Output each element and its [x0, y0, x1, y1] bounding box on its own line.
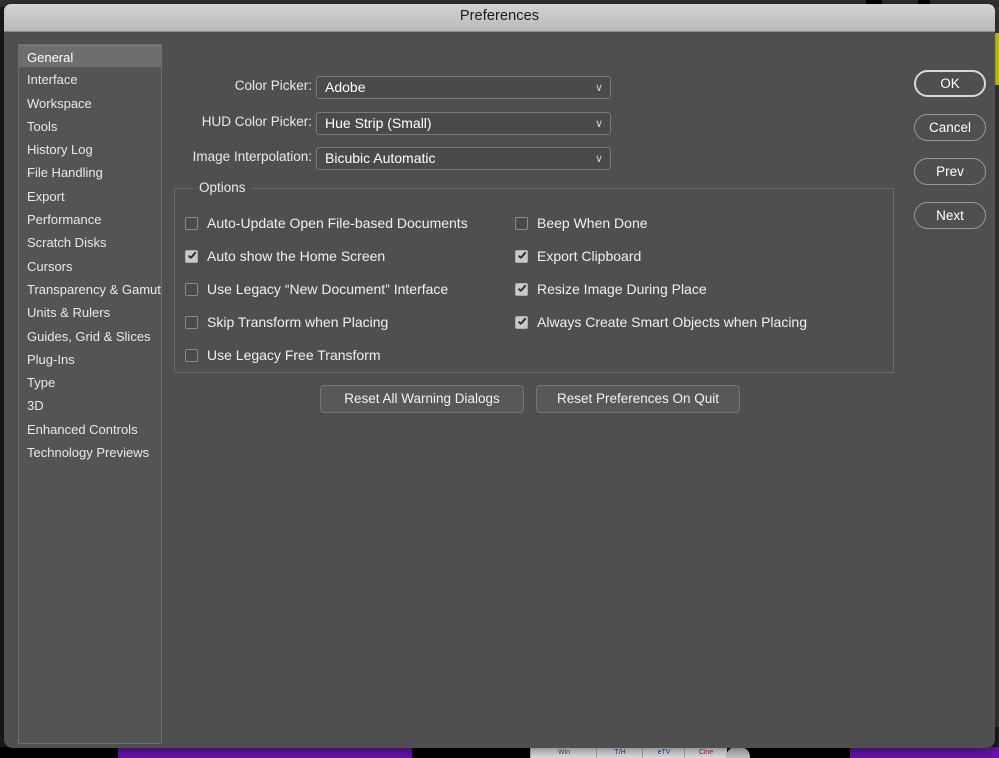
sidebar-item-plug-ins[interactable]: Plug-Ins — [19, 348, 161, 371]
checkbox-skip-transform-when-placing[interactable] — [185, 316, 198, 329]
dialog-titlebar[interactable]: Preferences — [4, 4, 995, 32]
checkbox-row-auto-update-open-files[interactable]: Auto-Update Open File-based Documents — [185, 212, 468, 234]
checkbox-always-create-smart-objects[interactable] — [515, 316, 528, 329]
checkbox-label: Export Clipboard — [537, 248, 641, 264]
sidebar-item-scratch-disks[interactable]: Scratch Disks — [19, 231, 161, 254]
dock-app-icon[interactable] — [726, 747, 750, 758]
dock-strip: Win T/H eTV Cine — [0, 747, 999, 758]
checkbox-label: Always Create Smart Objects when Placing — [537, 314, 807, 330]
checkbox-label: Beep When Done — [537, 215, 648, 231]
preferences-category-list[interactable]: General Interface Workspace Tools Histor… — [18, 44, 162, 744]
image-interpolation-label: Image Interpolation: — [193, 149, 312, 164]
sidebar-item-units-rulers[interactable]: Units & Rulers — [19, 301, 161, 324]
sidebar-item-technology-previews[interactable]: Technology Previews — [19, 441, 161, 464]
chevron-down-icon: ∨ — [595, 148, 603, 170]
next-button[interactable]: Next — [914, 202, 986, 229]
checkbox-label: Skip Transform when Placing — [207, 314, 388, 330]
hud-color-picker-label: HUD Color Picker: — [202, 114, 312, 129]
dock-app-icon[interactable]: T/H — [596, 747, 643, 758]
sidebar-item-enhanced-controls[interactable]: Enhanced Controls — [19, 418, 161, 441]
dock-app-icon[interactable]: eTV — [642, 747, 685, 758]
sidebar-item-transparency-gamut[interactable]: Transparency & Gamut — [19, 278, 161, 301]
sidebar-item-3d[interactable]: 3D — [19, 394, 161, 417]
options-group-legend: Options — [193, 180, 252, 195]
cancel-button[interactable]: Cancel — [914, 114, 986, 141]
checkbox-label: Auto-Update Open File-based Documents — [207, 215, 468, 231]
sidebar-item-history-log[interactable]: History Log — [19, 138, 161, 161]
sidebar-item-interface[interactable]: Interface — [19, 68, 161, 91]
image-interpolation-value: Bicubic Automatic — [325, 150, 436, 166]
dialog-title: Preferences — [4, 8, 995, 24]
ok-button[interactable]: OK — [914, 70, 986, 97]
sidebar-item-type[interactable]: Type — [19, 371, 161, 394]
checkbox-label: Auto show the Home Screen — [207, 248, 385, 264]
checkbox-row-always-create-smart-objects[interactable]: Always Create Smart Objects when Placing — [515, 311, 807, 333]
color-picker-label: Color Picker: — [235, 78, 312, 93]
chevron-down-icon: ∨ — [595, 113, 603, 135]
color-picker-select[interactable]: Adobe ∨ — [316, 76, 611, 99]
image-interpolation-select[interactable]: Bicubic Automatic ∨ — [316, 147, 611, 170]
reset-preferences-on-quit-button[interactable]: Reset Preferences On Quit — [536, 385, 740, 413]
sidebar-item-workspace[interactable]: Workspace — [19, 92, 161, 115]
checkbox-label: Use Legacy Free Transform — [207, 347, 381, 363]
checkbox-use-legacy-free-transform[interactable] — [185, 349, 198, 362]
reset-all-warning-dialogs-button[interactable]: Reset All Warning Dialogs — [320, 385, 524, 413]
checkbox-row-auto-show-home-screen[interactable]: Auto show the Home Screen — [185, 245, 385, 267]
sidebar-item-export[interactable]: Export — [19, 185, 161, 208]
hud-color-picker-row: HUD Color Picker: — [184, 112, 312, 135]
checkbox-resize-image-during-place[interactable] — [515, 283, 528, 296]
sidebar-item-cursors[interactable]: Cursors — [19, 255, 161, 278]
checkbox-use-legacy-new-document[interactable] — [185, 283, 198, 296]
checkbox-beep-when-done[interactable] — [515, 217, 528, 230]
checkbox-row-export-clipboard[interactable]: Export Clipboard — [515, 245, 641, 267]
dialog-body: General Interface Workspace Tools Histor… — [4, 32, 995, 748]
checkbox-row-beep-when-done[interactable]: Beep When Done — [515, 212, 648, 234]
checkbox-row-use-legacy-free-transform[interactable]: Use Legacy Free Transform — [185, 344, 381, 366]
sidebar-item-tools[interactable]: Tools — [19, 115, 161, 138]
chevron-down-icon: ∨ — [595, 77, 603, 99]
checkbox-row-resize-image-during-place[interactable]: Resize Image During Place — [515, 278, 707, 300]
checkbox-label: Resize Image During Place — [537, 281, 707, 297]
hud-color-picker-value: Hue Strip (Small) — [325, 115, 432, 131]
checkbox-auto-update-open-files[interactable] — [185, 217, 198, 230]
dock-app-icon[interactable]: Cine — [684, 747, 727, 758]
options-group-box: Options Auto-Update Open File-based Docu… — [174, 188, 894, 373]
hud-color-picker-select[interactable]: Hue Strip (Small) ∨ — [316, 112, 611, 135]
checkbox-label: Use Legacy “New Document” Interface — [207, 281, 448, 297]
image-interpolation-row: Image Interpolation: — [164, 147, 312, 170]
sidebar-item-general[interactable]: General — [19, 45, 161, 68]
sidebar-item-performance[interactable]: Performance — [19, 208, 161, 231]
checkbox-row-skip-transform-when-placing[interactable]: Skip Transform when Placing — [185, 311, 388, 333]
color-picker-value: Adobe — [325, 79, 365, 95]
prev-button[interactable]: Prev — [914, 158, 986, 185]
sidebar-item-file-handling[interactable]: File Handling — [19, 161, 161, 184]
checkbox-auto-show-home-screen[interactable] — [185, 250, 198, 263]
dock-app-icon[interactable]: Win — [530, 747, 597, 758]
checkbox-export-clipboard[interactable] — [515, 250, 528, 263]
sidebar-item-guides-grid-slices[interactable]: Guides, Grid & Slices — [19, 325, 161, 348]
checkbox-row-use-legacy-new-document[interactable]: Use Legacy “New Document” Interface — [185, 278, 448, 300]
color-picker-row: Color Picker: — [184, 76, 312, 99]
preferences-dialog: Preferences General Interface Workspace … — [4, 4, 995, 748]
